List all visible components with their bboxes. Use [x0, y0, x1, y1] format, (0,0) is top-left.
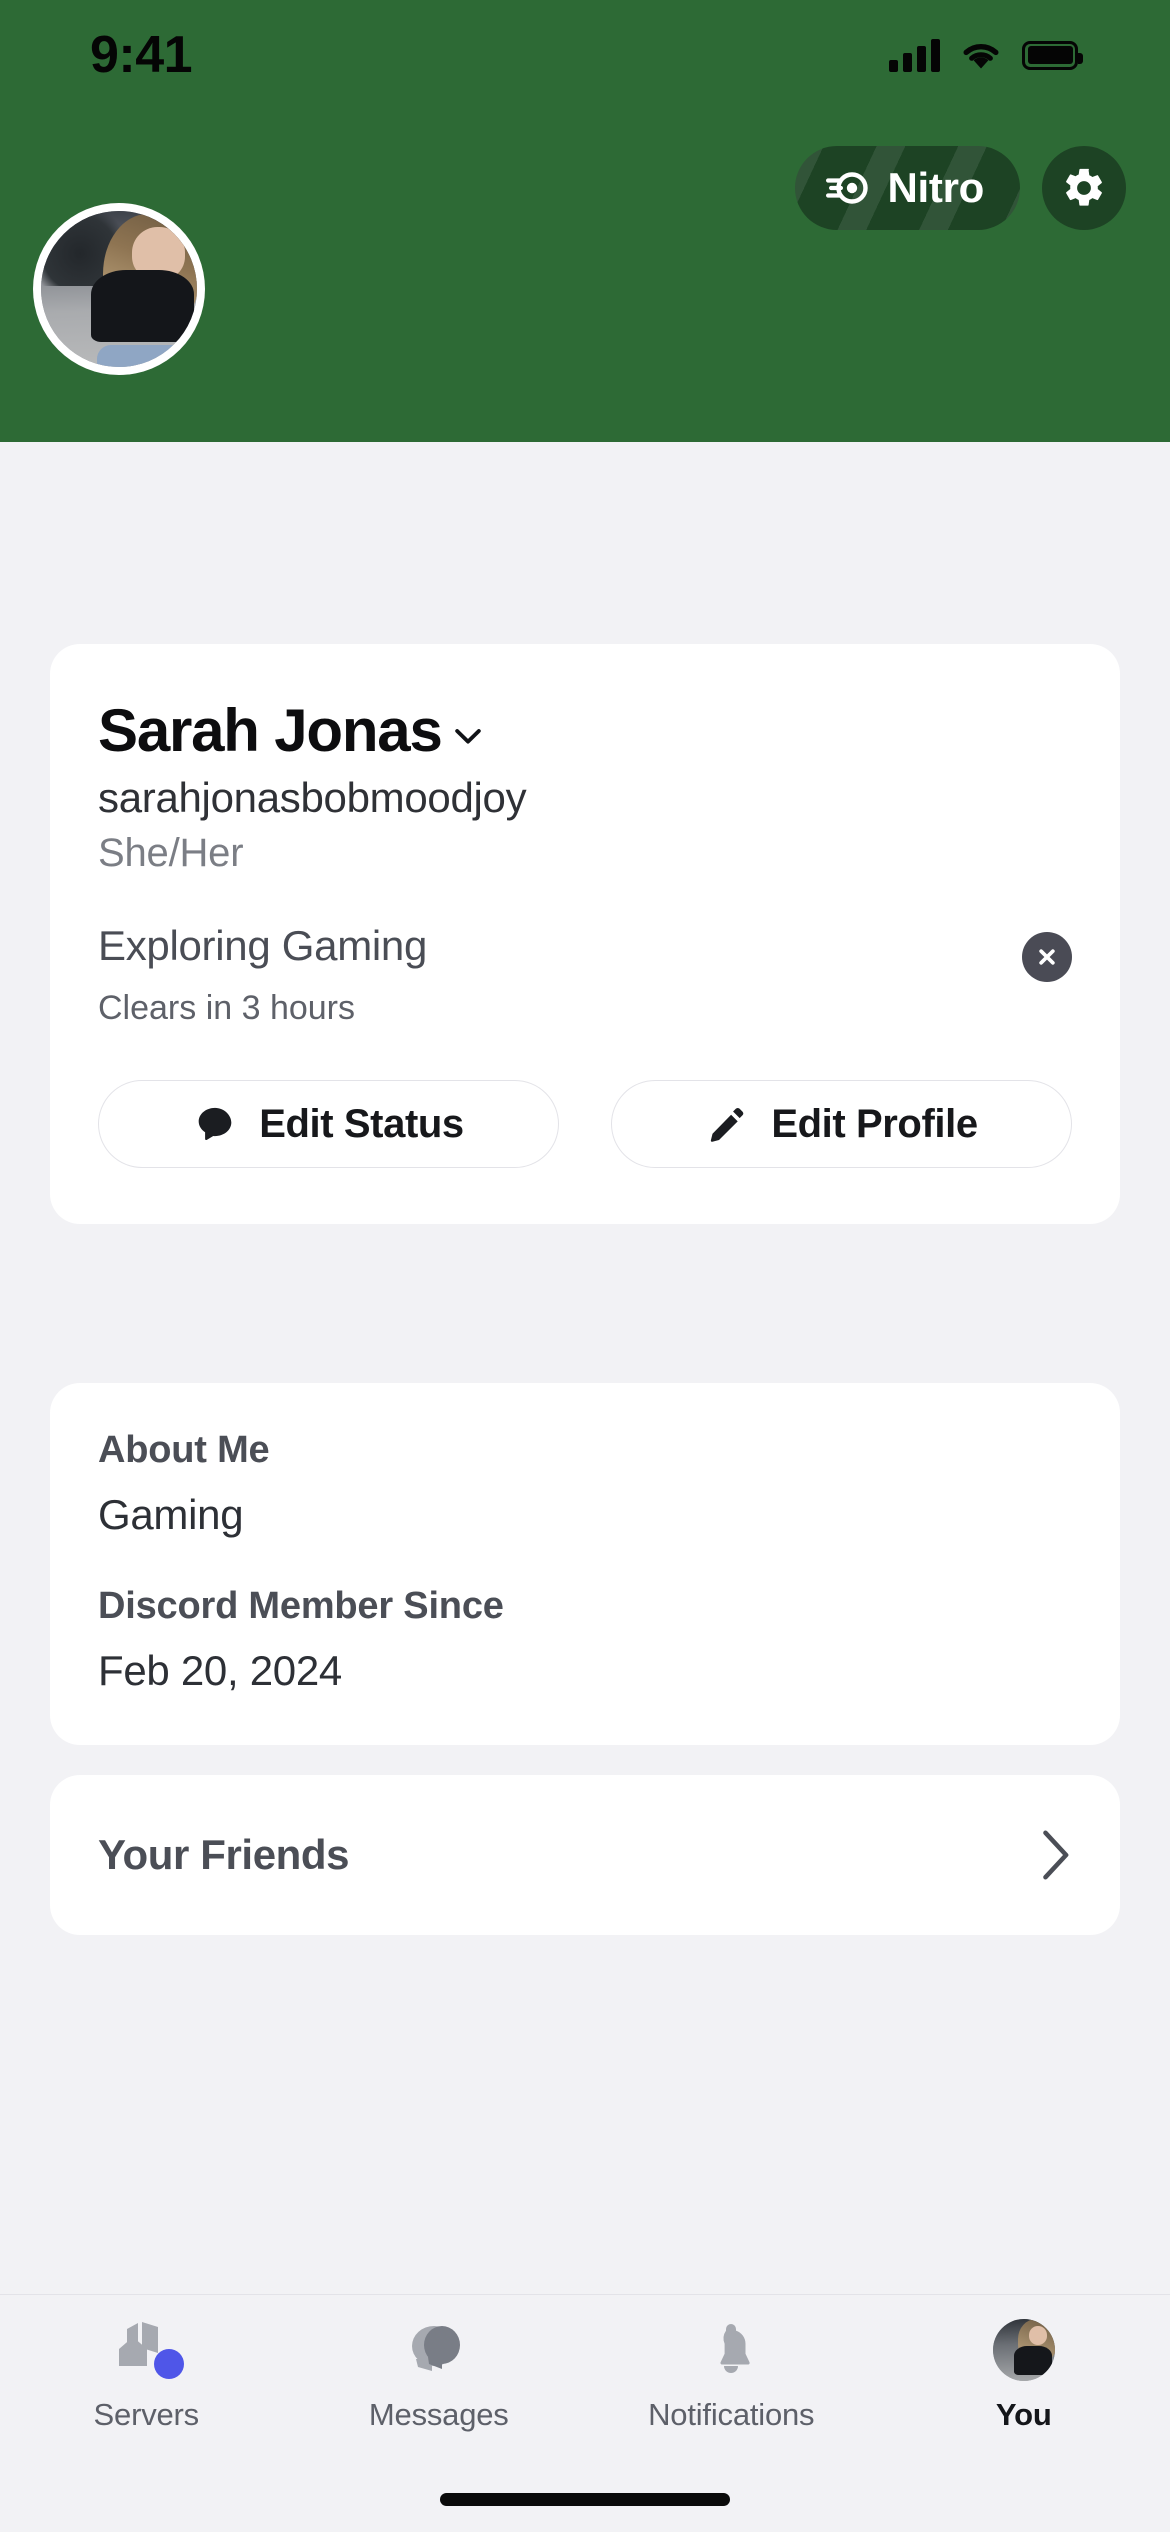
about-me-heading: About Me: [98, 1429, 270, 1471]
edit-status-label: Edit Status: [259, 1101, 464, 1146]
speech-bubble-icon: [198, 1108, 232, 1141]
edit-profile-button[interactable]: Edit Profile: [611, 1080, 1072, 1169]
status-bar-clock: 9:41: [90, 26, 193, 84]
member-since-heading: Discord Member Since: [98, 1584, 504, 1627]
custom-status-text: Exploring Gaming Clears in 3 hours: [98, 924, 427, 1026]
your-friends-label: Your Friends: [98, 1831, 350, 1878]
username: sarahjonasbobmoodjoy: [98, 774, 527, 822]
status-bar: 9:41: [0, 0, 1170, 110]
close-icon: [1039, 949, 1055, 966]
edit-status-button[interactable]: Edit Status: [98, 1080, 559, 1169]
clear-status-button[interactable]: [1022, 932, 1072, 983]
tab-notifications[interactable]: Notifications: [585, 2317, 878, 2445]
about-card: About Me Gaming Discord Member Since Feb…: [50, 1383, 1120, 1745]
nitro-button-label: Nitro: [887, 164, 985, 211]
tab-messages[interactable]: Messages: [293, 2317, 586, 2445]
display-name: Sarah Jonas: [98, 697, 443, 764]
avatar-image: [41, 211, 197, 367]
tab-notifications-label: Notifications: [648, 2397, 815, 2432]
header-actions: Nitro: [794, 146, 1126, 230]
pencil-icon: [711, 1108, 744, 1143]
profile-avatar[interactable]: [33, 203, 205, 375]
chevron-down-icon[interactable]: [448, 716, 488, 756]
bottom-tab-bar: Servers Messages Notifications You: [0, 2294, 1170, 2532]
battery-icon: [1022, 40, 1083, 70]
home-indicator: [440, 2493, 730, 2506]
profile-card: Sarah Jonas sarahjonasbobmoodjoy She/Her…: [50, 644, 1120, 1225]
profile-action-buttons: Edit Status Edit Profile: [98, 1080, 1072, 1224]
nitro-wheel-icon: [825, 172, 868, 204]
about-divider: [98, 1537, 1072, 1587]
avatar: [992, 2319, 1055, 2381]
your-friends-card[interactable]: Your Friends: [50, 1775, 1120, 1935]
edit-profile-label: Edit Profile: [771, 1101, 978, 1146]
tab-you-label: You: [995, 2397, 1052, 2432]
custom-status-expiry: Clears in 3 hours: [98, 988, 356, 1027]
about-me-value: Gaming: [98, 1490, 244, 1538]
member-since-value: Feb 20, 2024: [98, 1646, 342, 1694]
gear-icon: [1066, 168, 1102, 206]
custom-status-value: Exploring Gaming: [98, 922, 428, 970]
chevron-right-icon[interactable]: [1036, 1828, 1074, 1882]
tab-servers[interactable]: Servers: [0, 2317, 293, 2445]
tab-servers-label: Servers: [93, 2397, 200, 2432]
tab-messages-label: Messages: [368, 2397, 509, 2432]
cellular-signal-icon: [889, 38, 940, 72]
settings-button[interactable]: [1042, 146, 1126, 230]
servers-icon: [110, 2317, 185, 2383]
discord-profile-screen: 9:41 Nitro Sarah Jonas sarahjonasbobmood…: [0, 0, 1170, 2532]
bell-icon: [695, 2317, 767, 2383]
custom-status-block: Exploring Gaming Clears in 3 hours: [98, 924, 1072, 1026]
display-name-row[interactable]: Sarah Jonas: [98, 697, 1072, 764]
status-bar-indicators: [889, 38, 1083, 72]
tab-you[interactable]: You: [878, 2317, 1170, 2445]
your-friends-row[interactable]: Your Friends: [50, 1775, 1120, 1935]
messages-icon: [403, 2317, 475, 2383]
wifi-icon: [963, 44, 999, 69]
nitro-button[interactable]: Nitro: [794, 146, 1020, 230]
pronouns: She/Her: [98, 831, 244, 876]
user-avatar-icon: [988, 2317, 1060, 2383]
